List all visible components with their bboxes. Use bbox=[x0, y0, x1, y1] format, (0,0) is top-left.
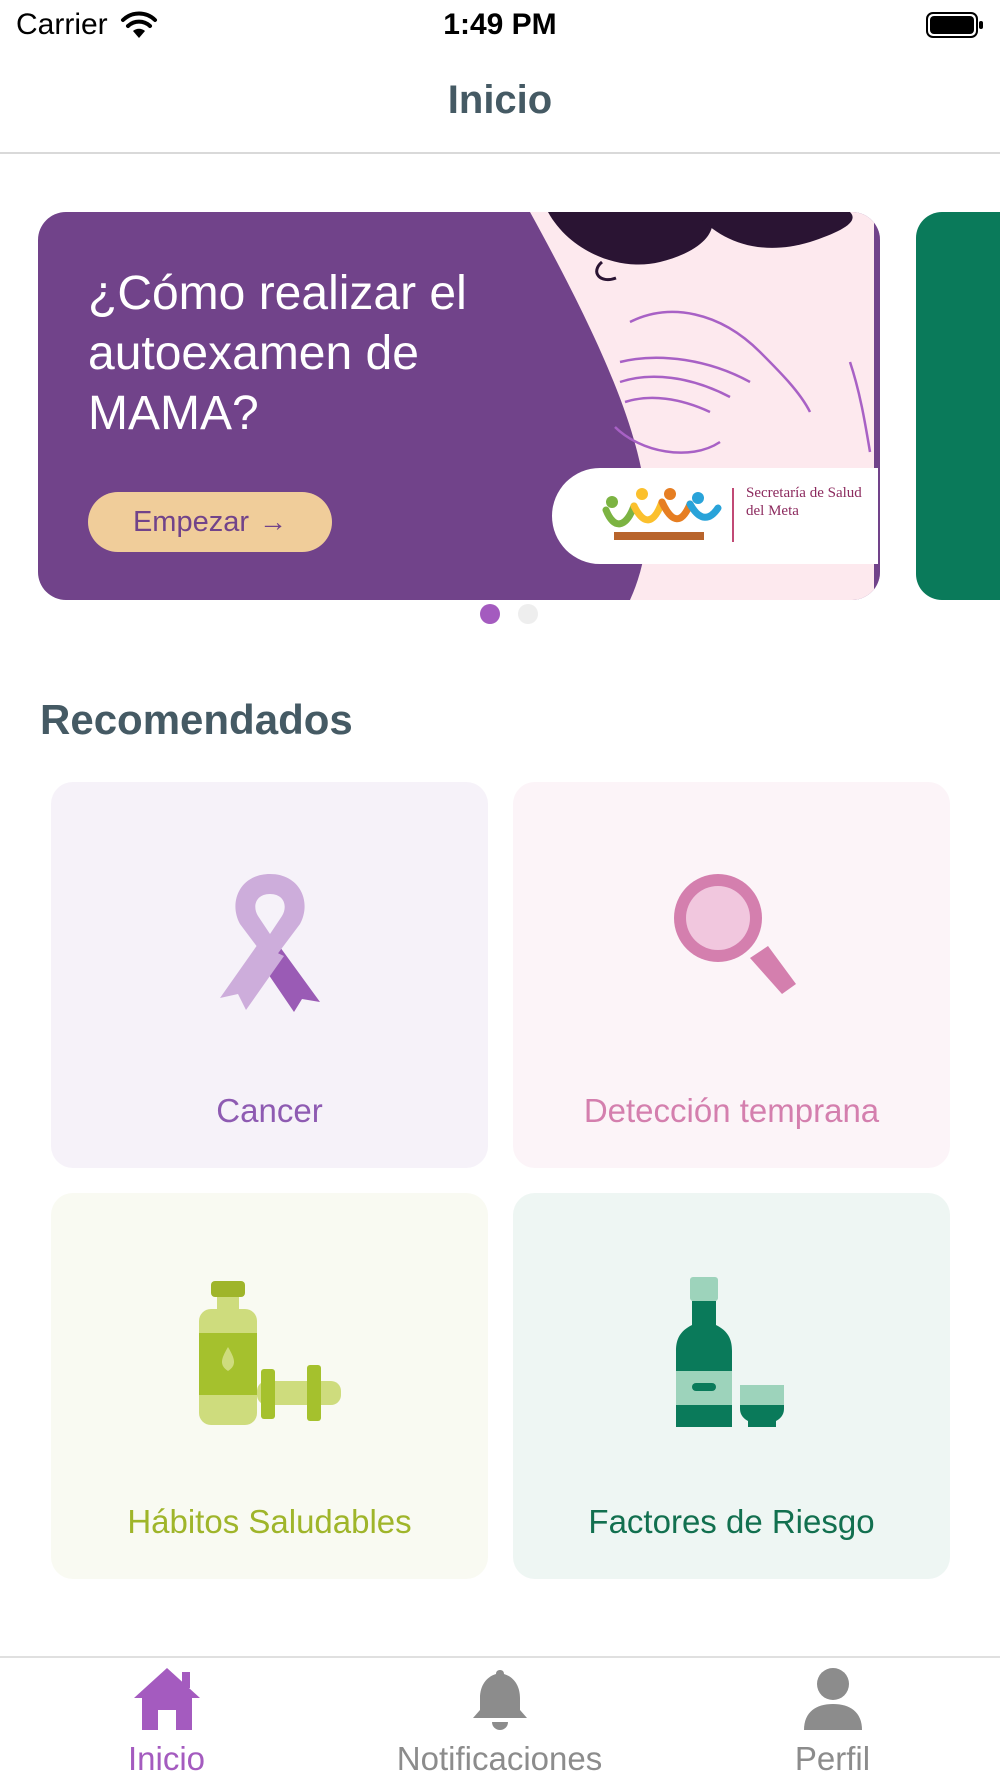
status-bar: Carrier 1:49 PM bbox=[0, 0, 1000, 50]
tab-notificaciones[interactable]: Notificaciones bbox=[333, 1658, 666, 1778]
card-factores-de-riesgo[interactable]: Factores de Riesgo bbox=[513, 1193, 950, 1579]
status-time: 1:49 PM bbox=[443, 8, 557, 41]
ribbon-icon bbox=[219, 874, 320, 1012]
carousel-slide-autoexamen[interactable]: ¿Cómo realizar el autoexamen de MAMA? Em… bbox=[38, 212, 880, 600]
secretaria-logo-card: Secretaría de Salud del Meta bbox=[552, 468, 878, 564]
page-title: Inicio bbox=[447, 78, 553, 122]
empezar-button[interactable]: Empezar → bbox=[88, 492, 332, 552]
logo-divider bbox=[732, 488, 734, 542]
carousel-slide-title: ¿Cómo realizar el autoexamen de MAMA? bbox=[88, 267, 467, 440]
gobernacion-logo bbox=[602, 488, 722, 540]
card-deteccion-temprana[interactable]: Detección temprana bbox=[513, 782, 950, 1168]
user-icon bbox=[803, 1668, 862, 1730]
tab-inicio[interactable]: Inicio bbox=[0, 1658, 333, 1778]
card-label: Detección temprana bbox=[583, 1092, 880, 1129]
card-label: Cancer bbox=[216, 1092, 323, 1129]
navigation-bar: Inicio bbox=[0, 50, 1000, 154]
carousel-pagination bbox=[0, 604, 1000, 624]
empezar-button-label: Empezar bbox=[132, 505, 250, 538]
carousel-slide-next[interactable] bbox=[916, 212, 1000, 600]
recomendados-heading: Recomendados bbox=[40, 696, 353, 743]
tab-label: Perfil bbox=[794, 1740, 871, 1777]
card-label: Factores de Riesgo bbox=[588, 1503, 875, 1540]
bell-icon bbox=[472, 1670, 527, 1730]
arrow-right-icon: → bbox=[259, 506, 288, 537]
pagination-dot-active[interactable] bbox=[480, 604, 500, 624]
magnifier-icon bbox=[673, 874, 796, 994]
tab-perfil[interactable]: Perfil bbox=[666, 1658, 999, 1778]
banner-carousel[interactable]: ¿Cómo realizar el autoexamen de MAMA? Em… bbox=[0, 212, 1000, 600]
card-habitos-saludables[interactable]: Hábitos Saludables bbox=[51, 1193, 488, 1579]
home-icon bbox=[133, 1668, 200, 1730]
secretaria-logo-text: Secretaría de Salud del Meta bbox=[746, 485, 862, 519]
card-label: Hábitos Saludables bbox=[127, 1503, 412, 1540]
alcohol-icon bbox=[675, 1277, 784, 1427]
card-cancer[interactable]: Cancer bbox=[51, 782, 488, 1168]
tab-bar: Inicio Notificaciones Perfil bbox=[0, 1656, 1000, 1778]
battery-icon bbox=[926, 12, 983, 38]
bottle-dumbbell-icon bbox=[198, 1281, 341, 1425]
tab-label: Inicio bbox=[127, 1740, 206, 1777]
pagination-dot[interactable] bbox=[518, 604, 538, 624]
tab-label: Notificaciones bbox=[396, 1740, 603, 1777]
